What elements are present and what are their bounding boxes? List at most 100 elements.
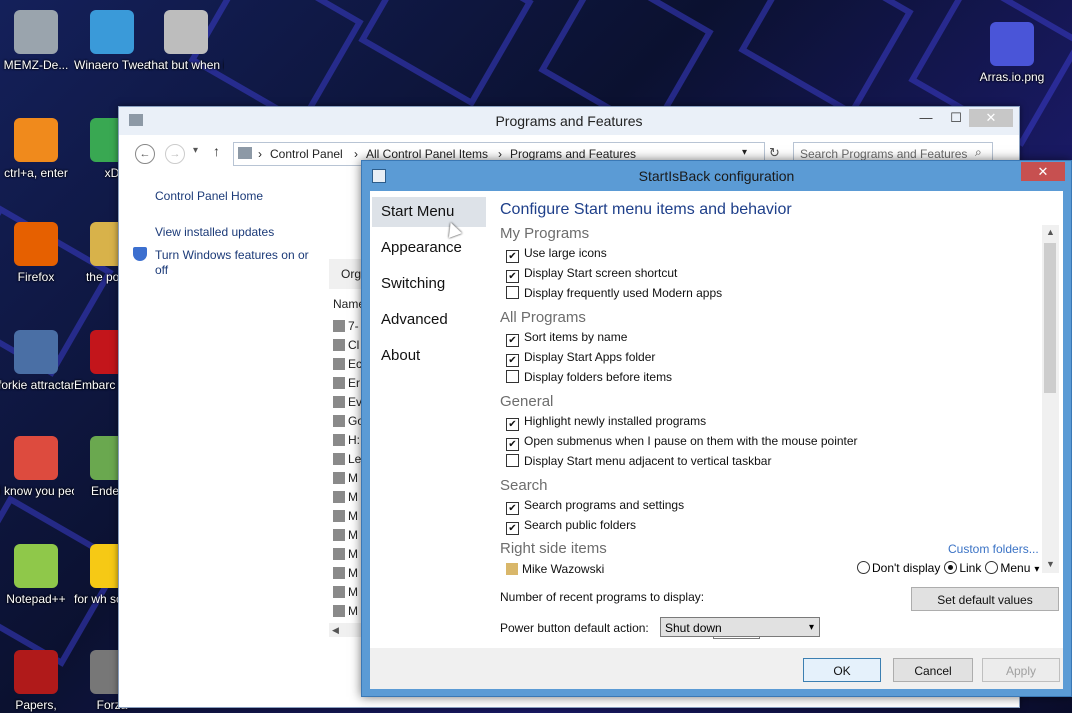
radio-option[interactable]: Link (944, 561, 981, 575)
program-icon (333, 567, 345, 579)
app-icon (164, 10, 208, 54)
breadcrumb-programs[interactable]: Programs and Features (510, 147, 636, 161)
option-checkbox[interactable]: ✔ Display Start Apps folder (506, 349, 655, 367)
background-hexagon (358, 0, 534, 107)
unchecked-checkbox-icon[interactable] (506, 370, 519, 383)
desktop-icon-label: i know you people we... (0, 484, 74, 498)
power-action-value: Shut down (665, 621, 722, 635)
program-name: Ev (348, 395, 363, 409)
program-icon (333, 472, 345, 484)
unchecked-checkbox-icon[interactable] (506, 286, 519, 299)
close-button[interactable]: ✕ (969, 109, 1013, 127)
scroll-thumb[interactable] (1044, 243, 1056, 393)
desktop-icon[interactable]: i know you people we... (0, 436, 74, 499)
breadcrumb-all-items[interactable]: All Control Panel Items (366, 147, 488, 161)
dialog-title-bar: StartIsBack configuration ✕ (362, 161, 1071, 191)
windows-features-link-cont[interactable]: off (155, 263, 168, 277)
radio-option[interactable]: Don't display (857, 561, 940, 575)
control-panel-home-link[interactable]: Control Panel Home (155, 189, 263, 203)
power-button-label: Power button default action: (500, 621, 649, 635)
up-arrow-icon[interactable]: ↑ (213, 143, 220, 159)
set-default-values-button[interactable]: Set default values (911, 587, 1059, 611)
address-dropdown-icon[interactable]: ▾ (742, 147, 747, 158)
option-checkbox[interactable]: ✔ Display Start screen shortcut (506, 265, 677, 283)
right-item-label: Mike Wazowski (522, 562, 605, 576)
option-checkbox[interactable]: ✔ Search public folders (506, 517, 636, 535)
program-icon (333, 586, 345, 598)
desktop-icon[interactable]: MEMZ-De... (0, 10, 74, 73)
cancel-button[interactable]: Cancel (893, 658, 973, 682)
windows-features-link[interactable]: Turn Windows features on or (155, 248, 309, 262)
option-label: Highlight newly installed programs (524, 414, 707, 428)
option-checkbox[interactable]: Display folders before items (506, 369, 672, 385)
option-checkbox[interactable]: ✔ Search programs and settings (506, 497, 684, 515)
breadcrumb-control-panel[interactable]: Control Panel (270, 147, 343, 161)
refresh-icon[interactable]: ↻ (769, 145, 780, 161)
sidebar-item-advanced[interactable]: Advanced (372, 305, 486, 335)
unchecked-checkbox-icon[interactable] (506, 454, 519, 467)
checked-checkbox-icon[interactable]: ✔ (506, 418, 519, 431)
minimize-button[interactable]: — (911, 109, 941, 127)
desktop-icon[interactable]: Arras.io.png (974, 22, 1050, 85)
option-checkbox[interactable]: Display Start menu adjacent to vertical … (506, 453, 771, 469)
desktop-icon[interactable]: Papers, (0, 650, 74, 713)
dialog-close-button[interactable]: ✕ (1021, 162, 1065, 181)
right-side-item[interactable]: Mike Wazowski (506, 561, 604, 577)
checked-checkbox-icon[interactable]: ✔ (506, 334, 519, 347)
radio-icon[interactable] (985, 561, 999, 574)
desktop-icon[interactable]: ctrl+a, enter (0, 118, 74, 181)
option-checkbox[interactable]: ✔ Highlight newly installed programs (506, 413, 707, 431)
ok-button[interactable]: OK (803, 658, 881, 682)
option-checkbox[interactable]: ✔ Sort items by name (506, 329, 627, 347)
dialog-body: Start Menu Appearance Switching Advanced Abo… (370, 191, 1063, 648)
desktop-icon[interactable]: Notepad++ (0, 544, 74, 607)
custom-folders-link[interactable]: Custom folders... (948, 542, 1039, 556)
checked-checkbox-icon[interactable]: ✔ (506, 354, 519, 367)
option-checkbox[interactable]: ✔ Open submenus when I pause on them with… (506, 433, 858, 451)
power-action-select[interactable]: Shut down ▾ (660, 617, 820, 637)
breadcrumb-separator: › (354, 147, 358, 161)
section-title-right-side: Right side items (500, 540, 607, 557)
scroll-up-icon[interactable]: ▲ (1042, 227, 1059, 237)
checked-checkbox-icon[interactable]: ✔ (506, 250, 519, 263)
checked-checkbox-icon[interactable]: ✔ (506, 438, 519, 451)
program-name: M (348, 509, 358, 523)
section-title: General (500, 393, 554, 410)
desktop-icon[interactable]: Winaero Tweaker (74, 10, 150, 73)
maximize-button[interactable]: ☐ (941, 109, 971, 127)
desktop-icon[interactable]: Firefox (0, 222, 74, 285)
breadcrumb-separator: › (258, 147, 262, 161)
startisback-dialog: StartIsBack configuration ✕ Start Menu Ap… (361, 160, 1072, 697)
horizontal-scroll-left[interactable]: ◀ (329, 623, 365, 637)
checked-checkbox-icon[interactable]: ✔ (506, 502, 519, 515)
option-checkbox[interactable]: ✔ Use large icons (506, 245, 607, 263)
radio-option[interactable]: Menu (985, 561, 1030, 575)
view-installed-updates-link[interactable]: View installed updates (155, 225, 274, 239)
forward-icon[interactable]: → (165, 144, 185, 164)
radio-icon[interactable] (857, 561, 870, 574)
sidebar-item-switching[interactable]: Switching (372, 269, 486, 299)
sidebar-item-about[interactable]: About (372, 341, 486, 371)
program-icon (333, 320, 345, 332)
desktop-icon[interactable]: forkie attractant (0, 330, 74, 393)
vertical-scrollbar[interactable]: ▲ ▼ (1042, 225, 1059, 573)
scroll-down-icon[interactable]: ▼ (1042, 559, 1059, 569)
checked-checkbox-icon[interactable]: ✔ (506, 270, 519, 283)
app-icon (90, 10, 134, 54)
breadcrumb-separator: › (498, 147, 502, 161)
option-label: Use large icons (524, 246, 607, 260)
chevron-down-icon[interactable]: ▾ (1034, 564, 1039, 575)
desktop-icon-label: ctrl+a, enter (4, 166, 68, 180)
sidebar-item-start-menu[interactable]: Start Menu (372, 197, 486, 227)
recent-locations-icon[interactable]: ▾ (193, 145, 198, 156)
checked-checkbox-icon[interactable]: ✔ (506, 522, 519, 535)
radio-icon[interactable] (944, 561, 958, 574)
back-icon[interactable]: ← (135, 144, 155, 164)
app-icon (14, 330, 58, 374)
desktop-icon-label: Notepad++ (6, 592, 66, 606)
apply-button[interactable]: Apply (982, 658, 1060, 682)
desktop-icon[interactable]: that but when its c# (148, 10, 224, 73)
search-icon[interactable]: ⌕ (975, 145, 982, 160)
option-checkbox[interactable]: Display frequently used Modern apps (506, 285, 722, 301)
sidebar-item-appearance[interactable]: Appearance (372, 233, 486, 263)
